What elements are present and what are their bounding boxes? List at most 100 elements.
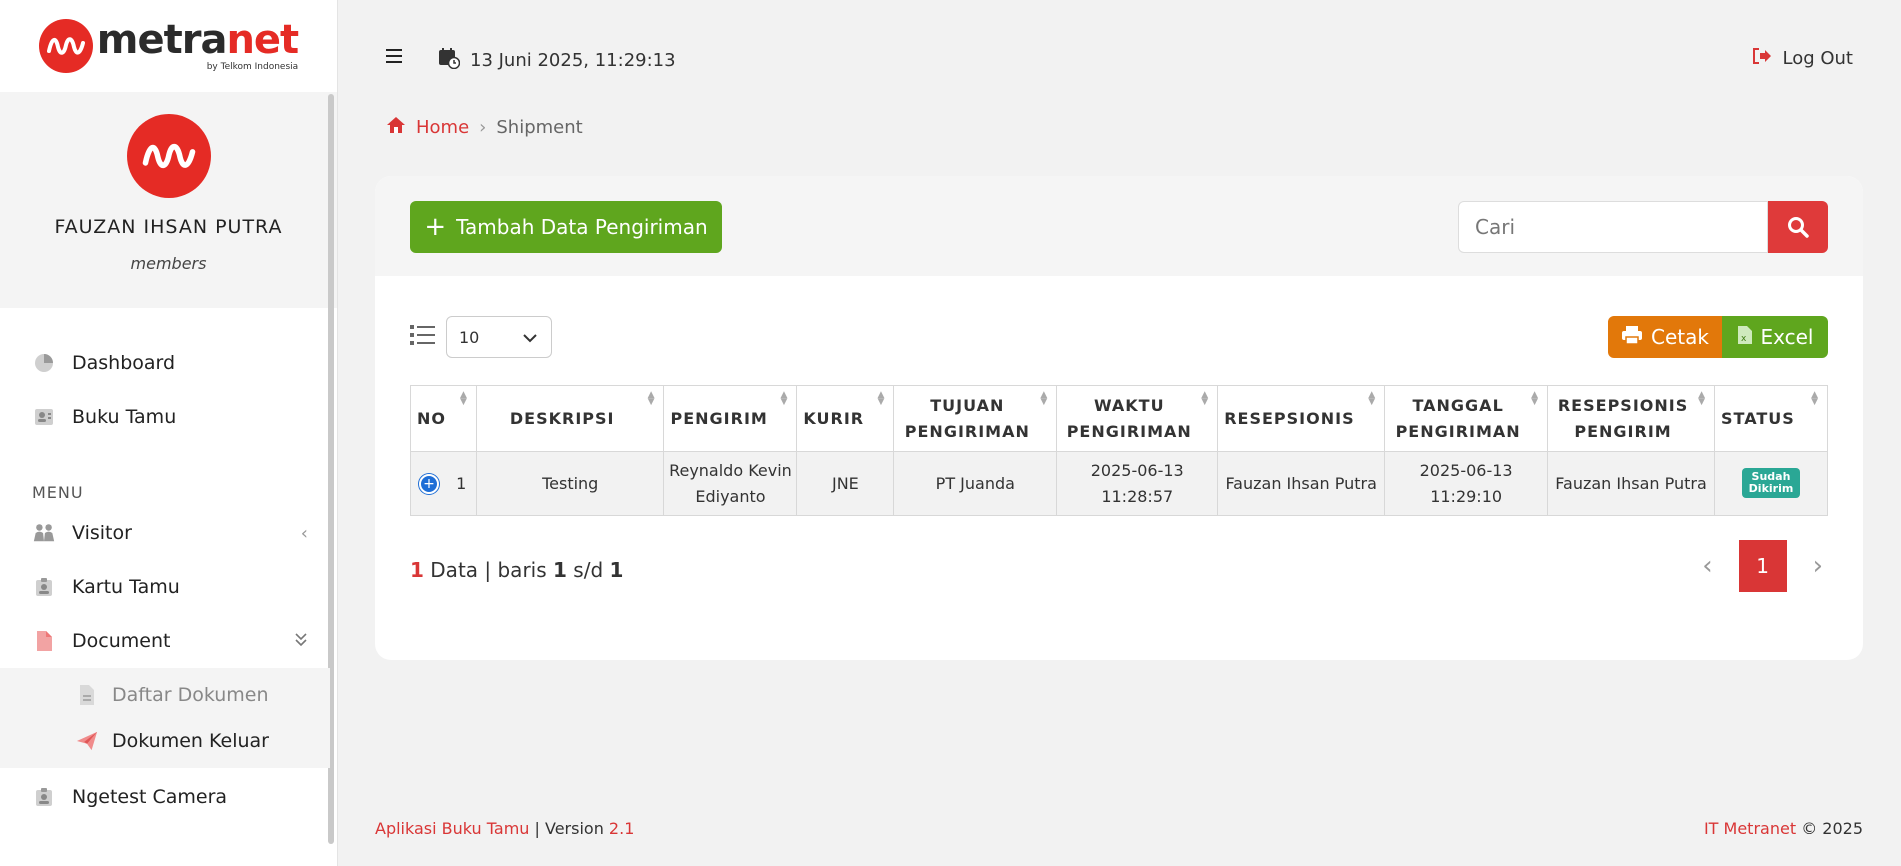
- search-button[interactable]: [1768, 201, 1828, 253]
- menu-section-title: MENU: [32, 483, 84, 502]
- sidebar-item-kartu-tamu[interactable]: Kartu Tamu: [0, 560, 330, 614]
- sidebar-item-visitor[interactable]: Visitor ‹: [0, 506, 330, 560]
- brand-name-right: net: [226, 17, 299, 63]
- sort-icon: ▲ ▼: [1811, 390, 1819, 407]
- brand-sub: by Telkom Indonesia: [206, 62, 299, 72]
- people-icon: [32, 521, 56, 545]
- cell-no: + 1: [410, 451, 477, 516]
- column-header-waktu[interactable]: WAKTU PENGIRIMAN ▲ ▼: [1056, 385, 1219, 452]
- summary-text-2: s/d: [573, 558, 604, 582]
- logout-icon: [1752, 47, 1772, 70]
- sidebar-subitem-label: Daftar Dokumen: [112, 684, 269, 706]
- print-button[interactable]: Cetak: [1608, 316, 1722, 358]
- cell-tanggal: 2025-06-13 11:29:10: [1384, 451, 1549, 516]
- sort-icon: ▲ ▼: [1040, 390, 1049, 407]
- sort-icon: ▲ ▼: [877, 390, 886, 407]
- id-badge-icon: [32, 785, 56, 809]
- profile-panel: FAUZAN IHSAN PUTRA members: [0, 92, 337, 308]
- footer-company: IT Metranet: [1703, 819, 1797, 838]
- calendar-clock-icon: [438, 47, 461, 74]
- breadcrumb-current: Shipment: [496, 117, 583, 138]
- column-header-tujuan[interactable]: TUJUAN PENGIRIMAN ▲ ▼: [893, 385, 1058, 452]
- sidebar-item-dashboard[interactable]: Dashboard: [0, 336, 330, 390]
- column-header-resepsionis-pengirim[interactable]: RESEPSIONIS PENGIRIM ▲ ▼: [1547, 385, 1716, 452]
- sidebar-item-label: Kartu Tamu: [72, 576, 180, 598]
- expand-row-icon[interactable]: +: [419, 474, 439, 494]
- cell-status: Sudah Dikirim: [1714, 451, 1828, 516]
- document-icon: [32, 629, 56, 653]
- logo-mark-icon: [38, 19, 93, 73]
- footer-version-label: | Version: [534, 819, 604, 838]
- excel-button[interactable]: x Excel: [1722, 316, 1828, 358]
- cell-deskripsi: Testing: [475, 451, 665, 516]
- document-submenu: Daftar Dokumen Dokumen Keluar: [0, 668, 330, 768]
- column-header-resepsionis[interactable]: RESEPSIONIS ▲ ▼: [1217, 385, 1386, 452]
- shipment-table: NO ▲ ▼ DESKRIPSI ▲ ▼ PENGIRIM ▲ ▼ KURIR ▲ ▼ TUJU…: [410, 385, 1828, 516]
- add-shipment-button[interactable]: + Tambah Data Pengiriman: [410, 201, 722, 253]
- column-header-status[interactable]: STATUS ▲ ▼: [1714, 385, 1828, 452]
- sort-icon: ▲ ▼: [1368, 390, 1377, 407]
- cell-waktu: 2025-06-13 11:28:57: [1056, 451, 1219, 516]
- summary-from: 1: [553, 558, 567, 582]
- hamburger-menu-icon[interactable]: [386, 48, 404, 68]
- column-header-kurir[interactable]: KURIR ▲ ▼: [796, 385, 895, 452]
- footer-right: IT Metranet © 2025: [1704, 819, 1863, 838]
- page-button-current[interactable]: 1: [1738, 540, 1787, 592]
- prev-page-icon[interactable]: ‹: [1702, 551, 1712, 581]
- printer-icon: [1621, 325, 1643, 350]
- sidebar: metranet by Telkom Indonesia FAUZAN IHSA…: [0, 0, 338, 866]
- pagination: ‹ 1 ›: [1702, 540, 1823, 592]
- sidebar-subitem-daftar-dokumen[interactable]: Daftar Dokumen: [0, 672, 330, 718]
- logout-label: Log Out: [1782, 48, 1853, 69]
- chevron-double-down-icon: [294, 631, 308, 652]
- footer-app-name: Aplikasi Buku Tamu: [375, 819, 530, 838]
- summary-to: 1: [609, 558, 624, 582]
- sidebar-item-label: Buku Tamu: [72, 406, 177, 428]
- metranet-logo[interactable]: metranet by Telkom Indonesia: [38, 17, 299, 73]
- card-header: + Tambah Data Pengiriman: [375, 176, 1863, 276]
- page-size-controls: 10: [410, 316, 552, 358]
- chevron-left-icon: ‹: [300, 523, 308, 544]
- paper-plane-icon: [76, 729, 98, 753]
- column-header-pengirim[interactable]: PENGIRIM ▲ ▼: [663, 385, 798, 452]
- pie-chart-icon: [32, 351, 56, 375]
- sort-icon: ▲ ▼: [460, 390, 468, 407]
- status-badge: Sudah Dikirim: [1742, 467, 1800, 498]
- breadcrumb-home-link[interactable]: Home: [416, 117, 469, 138]
- sort-icon: ▲ ▼: [1698, 390, 1707, 407]
- sidebar-item-ngetest-camera[interactable]: Ngetest Camera: [0, 770, 330, 824]
- plus-icon: +: [424, 212, 447, 242]
- add-shipment-label: Tambah Data Pengiriman: [456, 215, 708, 239]
- print-label: Cetak: [1651, 325, 1709, 349]
- sidebar-item-label: Ngetest Camera: [72, 786, 228, 808]
- table-row[interactable]: + 1 Testing Reynaldo Kevin Ediyanto JNE …: [410, 451, 1828, 516]
- logo-bar: metranet by Telkom Indonesia: [0, 0, 337, 92]
- column-header-deskripsi[interactable]: DESKRIPSI ▲ ▼: [475, 385, 665, 452]
- datetime-display: 13 Juni 2025, 11:29:13: [438, 47, 676, 74]
- sidebar-subitem-label: Dokumen Keluar: [112, 730, 269, 752]
- search-input[interactable]: [1458, 201, 1768, 253]
- column-header-tanggal[interactable]: TANGGAL PENGIRIMAN ▲ ▼: [1384, 385, 1549, 452]
- next-page-icon[interactable]: ›: [1813, 551, 1823, 581]
- sidebar-nav: Dashboard Buku Tamu MENU Visitor ‹ Kartu…: [0, 336, 330, 824]
- id-badge-icon: [32, 575, 56, 599]
- page-size-select[interactable]: 10: [446, 316, 552, 358]
- export-buttons: Cetak x Excel: [1608, 316, 1828, 358]
- sidebar-subitem-dokumen-keluar[interactable]: Dokumen Keluar: [0, 718, 330, 764]
- contact-card-icon: [32, 405, 56, 429]
- logout-button[interactable]: Log Out: [1752, 47, 1853, 70]
- column-header-no[interactable]: NO ▲ ▼: [410, 385, 477, 452]
- sidebar-item-document[interactable]: Document: [0, 614, 330, 668]
- list-icon: [410, 323, 436, 351]
- sort-icon: ▲ ▼: [780, 390, 789, 407]
- svg-text:x: x: [1741, 334, 1747, 344]
- excel-file-icon: x: [1737, 325, 1753, 350]
- footer-version: 2.1: [608, 819, 635, 838]
- file-icon: [76, 683, 98, 707]
- profile-name: FAUZAN IHSAN PUTRA: [54, 216, 283, 238]
- summary-text-1: Data | baris: [430, 558, 547, 582]
- chevron-right-icon: ›: [479, 117, 487, 138]
- datetime-text: 13 Juni 2025, 11:29:13: [470, 50, 676, 71]
- sidebar-item-buku-tamu[interactable]: Buku Tamu: [0, 390, 330, 444]
- sidebar-item-label: Dashboard: [72, 352, 176, 374]
